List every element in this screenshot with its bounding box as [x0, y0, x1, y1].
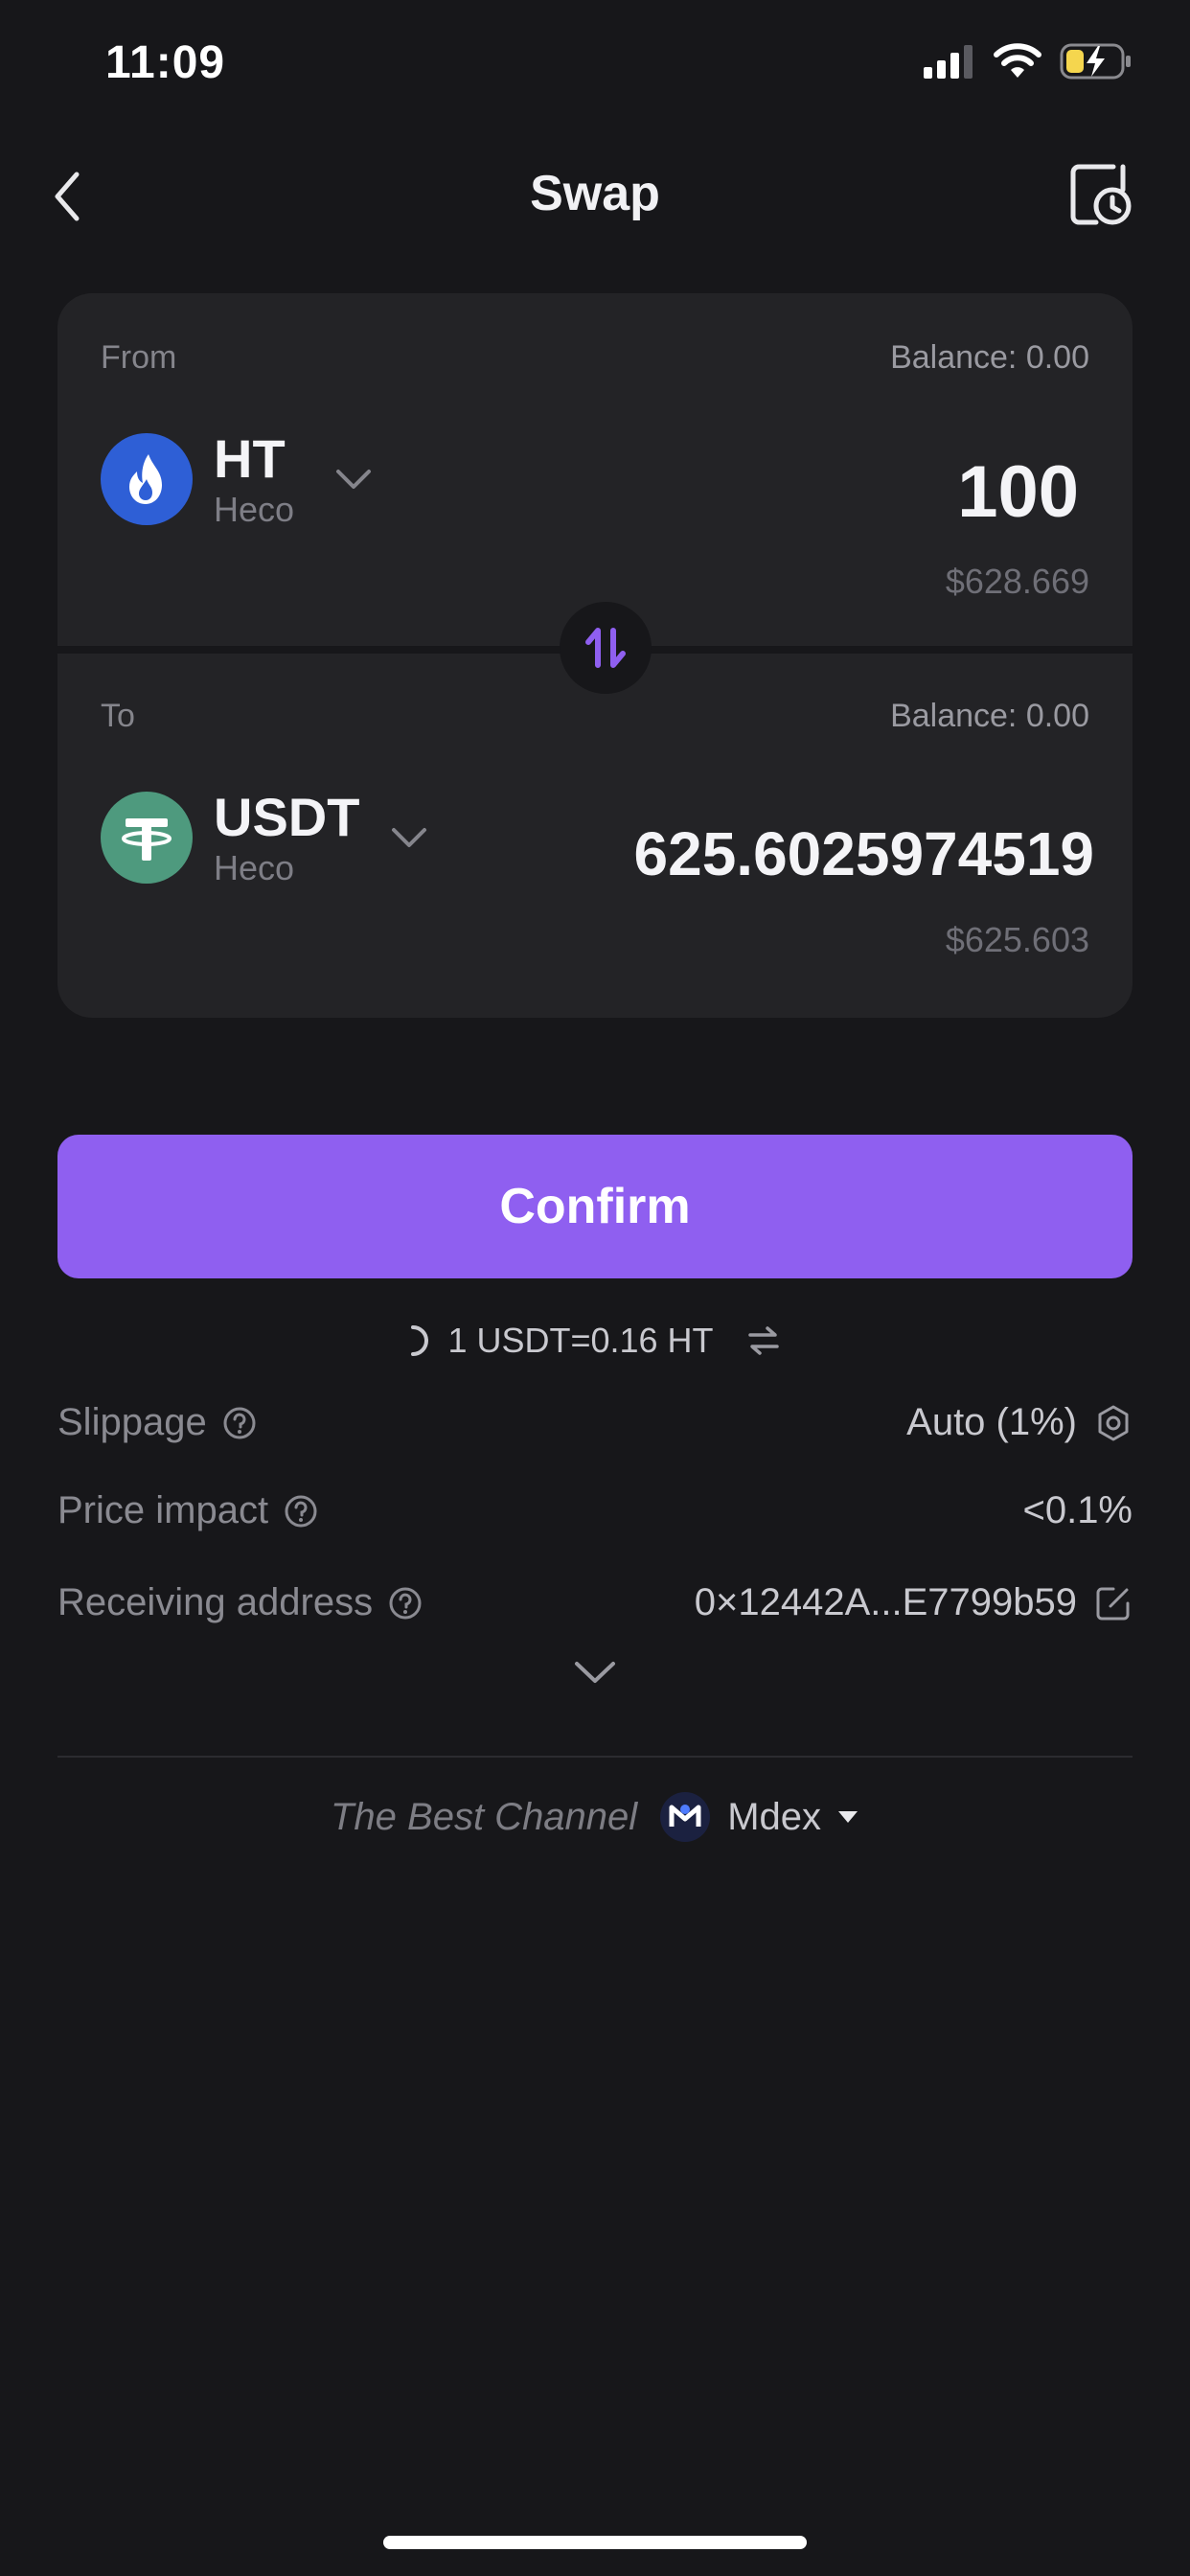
channel-label: The Best Channel [330, 1795, 638, 1838]
receiving-address-value: 0×12442A...E7799b59 [694, 1581, 1077, 1623]
from-fiat-value: $628.669 [945, 562, 1089, 601]
slippage-label: Slippage [57, 1401, 207, 1443]
swap-arrows-icon [585, 628, 626, 668]
mdex-logo-icon [660, 1792, 711, 1842]
usdt-token-icon [101, 791, 193, 884]
slippage-value: Auto (1%) [906, 1401, 1077, 1443]
exchange-rate-row: 1 USDT=0.16 HT [0, 1321, 1190, 1361]
battery-charging-icon [1060, 43, 1131, 80]
ht-token-icon [101, 432, 193, 525]
help-circle-icon[interactable] [222, 1406, 257, 1440]
chevron-down-icon [575, 1662, 615, 1683]
to-label: To [101, 698, 135, 734]
help-circle-icon[interactable] [388, 1586, 423, 1621]
wifi-icon [994, 43, 1041, 78]
channel-row: The Best Channel Mdex [0, 1790, 1190, 1844]
from-token-selector[interactable]: HT Heco [101, 427, 373, 530]
slippage-setting[interactable]: Auto (1%) [906, 1401, 1133, 1444]
switch-tokens-button[interactable] [560, 602, 652, 694]
price-impact-label-row: Price impact [57, 1489, 318, 1532]
to-token-selector[interactable]: USDT Heco [101, 786, 428, 888]
price-impact-label: Price impact [57, 1489, 269, 1531]
section-divider [57, 1756, 1133, 1758]
confirm-button[interactable]: Confirm [57, 1135, 1133, 1278]
loading-spinner-icon [411, 1325, 429, 1356]
status-icons [922, 42, 1133, 80]
home-indicator [383, 2536, 807, 2549]
chevron-down-icon [336, 469, 372, 489]
rate-switch-icon[interactable] [744, 1323, 783, 1358]
dex-name: Mdex [727, 1795, 821, 1838]
to-fiat-value: $625.603 [945, 920, 1089, 959]
to-amount: 625.6025974519 [633, 819, 1095, 888]
page-title: Swap [530, 166, 660, 221]
receiving-address-label-row: Receiving address [57, 1581, 423, 1624]
dex-selector[interactable]: Mdex [658, 1790, 859, 1844]
to-token-network: Heco [214, 848, 295, 887]
gear-icon [1098, 1405, 1129, 1440]
signal-icon [924, 45, 973, 79]
caret-down-icon [838, 1811, 858, 1823]
from-token-symbol: HT [214, 428, 286, 489]
price-impact-value: <0.1% [1022, 1489, 1133, 1531]
receiving-address-label: Receiving address [57, 1581, 374, 1623]
from-balance: Balance: 0.00 [890, 339, 1089, 376]
status-time: 11:09 [105, 37, 226, 88]
receiving-address[interactable]: 0×12442A...E7799b59 [695, 1581, 1133, 1624]
chevron-down-icon [392, 827, 427, 847]
expand-details-button[interactable] [571, 1656, 619, 1689]
from-amount-input[interactable]: 100 [957, 450, 1079, 534]
edit-icon [1096, 1587, 1130, 1620]
from-label: From [101, 339, 177, 376]
history-button[interactable] [1067, 161, 1134, 228]
help-circle-icon[interactable] [284, 1494, 318, 1529]
exchange-rate-text: 1 USDT=0.16 HT [447, 1321, 714, 1360]
to-balance: Balance: 0.00 [890, 698, 1089, 734]
history-clock-icon [1070, 164, 1132, 225]
from-token-network: Heco [214, 490, 295, 529]
slippage-label-row: Slippage [57, 1401, 257, 1444]
to-token-symbol: USDT [214, 787, 360, 847]
